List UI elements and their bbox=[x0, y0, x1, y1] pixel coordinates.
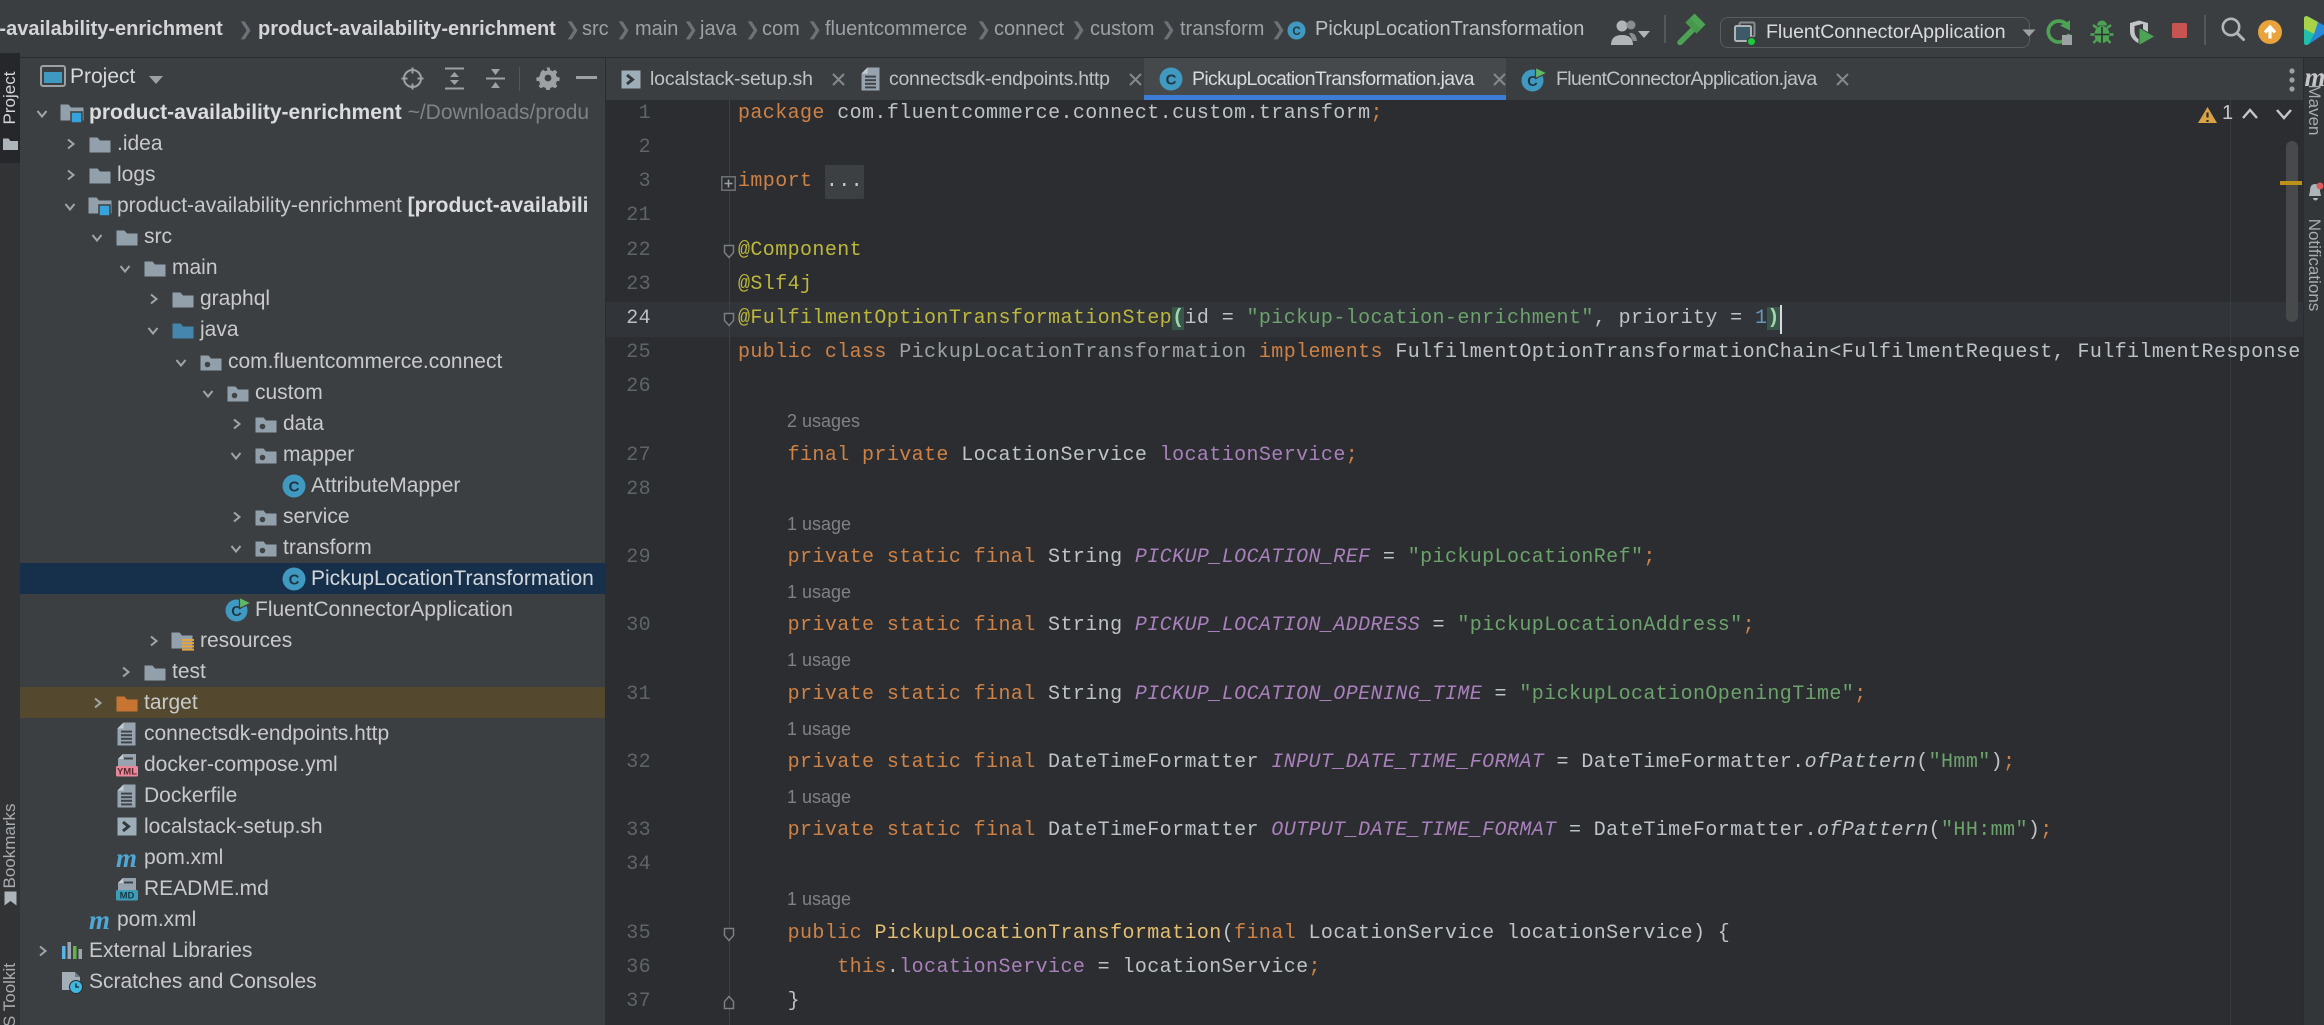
svg-text:YML: YML bbox=[116, 766, 136, 776]
svg-text:C: C bbox=[1292, 26, 1300, 38]
svg-text:C: C bbox=[288, 571, 299, 588]
svg-text:MD: MD bbox=[119, 890, 134, 900]
svg-text:C: C bbox=[1166, 72, 1177, 89]
svg-text:C: C bbox=[288, 478, 299, 495]
